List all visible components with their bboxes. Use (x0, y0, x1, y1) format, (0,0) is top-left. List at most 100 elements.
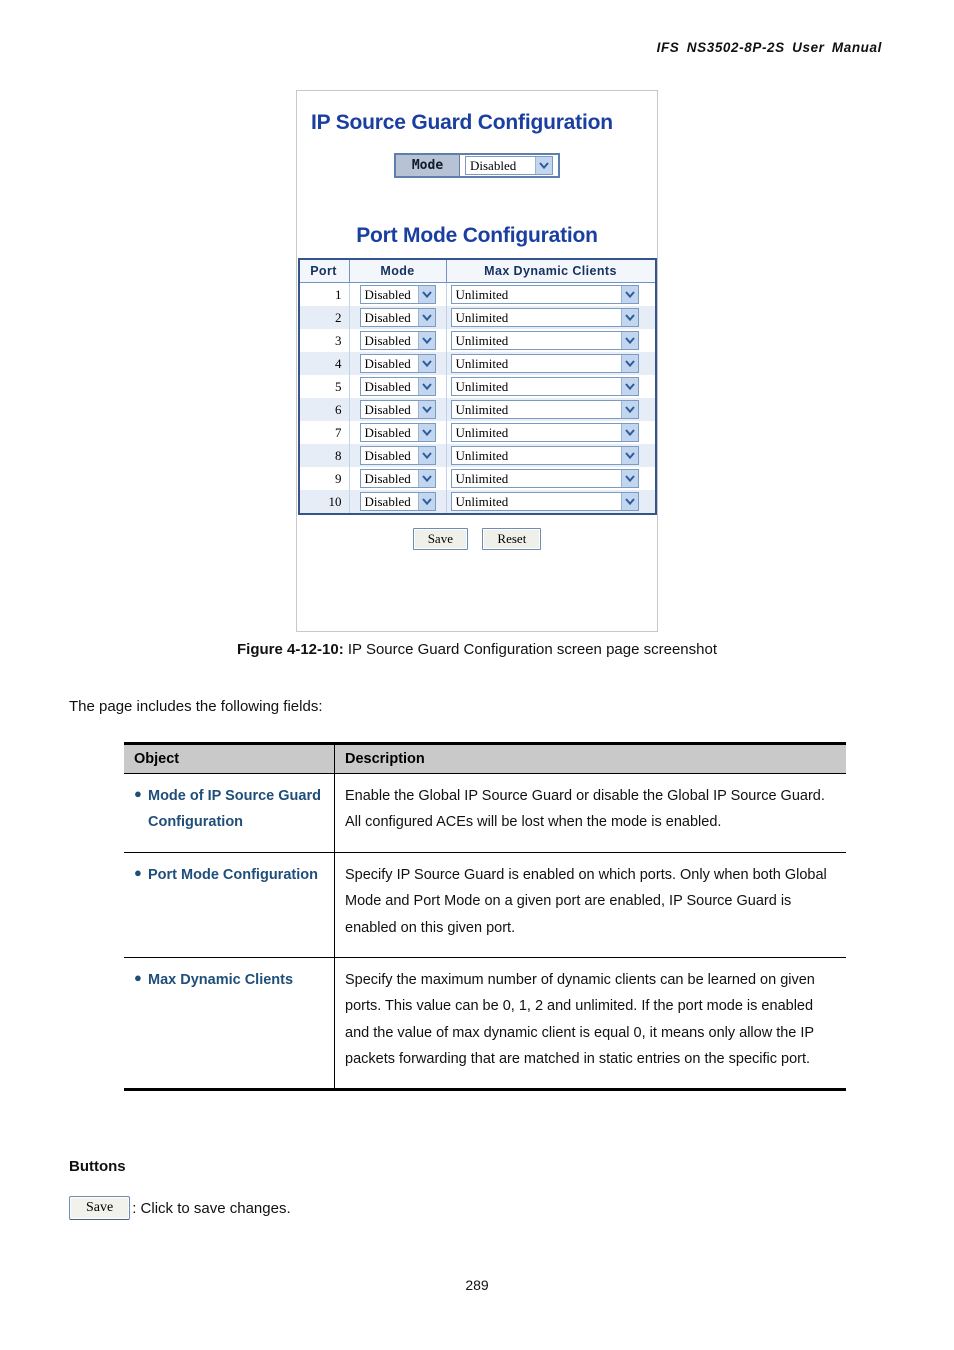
max-dynamic-clients-value: Unlimited (455, 310, 509, 325)
max-dynamic-clients-cell: Unlimited (445, 490, 656, 514)
column-header-mode: Mode (348, 258, 447, 283)
port-mode-select[interactable]: Disabled (359, 354, 436, 373)
chevron-down-icon[interactable] (417, 332, 435, 349)
chevron-down-icon[interactable] (417, 424, 435, 441)
max-dynamic-clients-cell: Unlimited (445, 375, 656, 398)
chevron-down-icon[interactable] (535, 157, 552, 174)
max-dynamic-clients-select[interactable]: Unlimited (450, 446, 639, 465)
port-mode-value: Disabled (364, 310, 411, 325)
figure-caption: Figure 4-12-10: IP Source Guard Configur… (0, 641, 954, 658)
max-dynamic-clients-value: Unlimited (455, 356, 509, 371)
table-row: 6 Disabled Unlimited (298, 398, 656, 421)
port-number: 8 (298, 444, 350, 467)
global-mode-field: Disabled (460, 155, 558, 176)
port-mode-value: Disabled (364, 356, 411, 371)
chevron-down-icon[interactable] (620, 355, 638, 372)
max-dynamic-clients-cell: Unlimited (445, 282, 656, 306)
chevron-down-icon[interactable] (417, 470, 435, 487)
chevron-down-icon[interactable] (620, 470, 638, 487)
description-cell: Enable the Global IP Source Guard or dis… (334, 773, 846, 853)
object-cell: ● Mode of IP Source Guard Configuration (124, 773, 335, 853)
port-number: 2 (298, 306, 350, 329)
chevron-down-icon[interactable] (620, 378, 638, 395)
column-header-object: Object (124, 742, 335, 774)
chevron-down-icon[interactable] (417, 401, 435, 418)
figure-caption-label: Figure 4-12-10: (237, 641, 344, 658)
table-row: 5 Disabled Unlimited (298, 375, 656, 398)
port-mode-select[interactable]: Disabled (359, 423, 436, 442)
max-dynamic-clients-select[interactable]: Unlimited (450, 377, 639, 396)
port-number: 3 (298, 329, 350, 352)
max-dynamic-clients-select[interactable]: Unlimited (450, 400, 639, 419)
save-button[interactable]: Save (412, 528, 468, 550)
chevron-down-icon[interactable] (417, 493, 435, 510)
chevron-down-icon[interactable] (620, 332, 638, 349)
max-dynamic-clients-value: Unlimited (455, 402, 509, 417)
max-dynamic-clients-select[interactable]: Unlimited (450, 469, 639, 488)
column-header-description: Description (334, 742, 846, 774)
chevron-down-icon[interactable] (417, 378, 435, 395)
buttons-section-heading: Buttons (69, 1158, 126, 1175)
port-mode-cell: Disabled (348, 282, 447, 306)
port-mode-cell: Disabled (348, 352, 447, 375)
port-mode-select[interactable]: Disabled (359, 308, 436, 327)
screenshot-button-bar: Save Reset (297, 528, 657, 550)
max-dynamic-clients-cell: Unlimited (445, 329, 656, 352)
max-dynamic-clients-cell: Unlimited (445, 398, 656, 421)
chevron-down-icon[interactable] (620, 447, 638, 464)
column-header-max-dynamic-clients: Max Dynamic Clients (445, 258, 656, 283)
max-dynamic-clients-select[interactable]: Unlimited (450, 423, 639, 442)
object-label: Max Dynamic Clients (148, 971, 294, 988)
chevron-down-icon[interactable] (620, 401, 638, 418)
desc-header-row: Object Description (124, 742, 846, 774)
table-row: 4 Disabled Unlimited (298, 352, 656, 375)
max-dynamic-clients-select[interactable]: Unlimited (450, 331, 639, 350)
intro-paragraph: The page includes the following fields: (69, 698, 323, 715)
global-mode-select[interactable]: Disabled (465, 156, 553, 175)
chevron-down-icon[interactable] (620, 309, 638, 326)
chevron-down-icon[interactable] (417, 309, 435, 326)
max-dynamic-clients-value: Unlimited (455, 494, 509, 509)
port-mode-cell: Disabled (348, 329, 447, 352)
chevron-down-icon[interactable] (417, 355, 435, 372)
port-mode-select[interactable]: Disabled (359, 331, 436, 350)
port-mode-select[interactable]: Disabled (359, 446, 436, 465)
port-mode-cell: Disabled (348, 444, 447, 467)
port-mode-select[interactable]: Disabled (359, 492, 436, 511)
max-dynamic-clients-cell: Unlimited (445, 444, 656, 467)
port-table-header-row: Port Mode Max Dynamic Clients (298, 258, 656, 283)
reset-button[interactable]: Reset (482, 528, 542, 550)
chevron-down-icon[interactable] (620, 424, 638, 441)
table-row: 9 Disabled Unlimited (298, 467, 656, 490)
page-number: 289 (465, 1277, 489, 1293)
chevron-down-icon[interactable] (620, 493, 638, 510)
screenshot-figure: IP Source Guard Configuration Mode Disab… (296, 90, 658, 632)
chevron-down-icon[interactable] (417, 286, 435, 303)
port-mode-cell: Disabled (348, 467, 447, 490)
figure-caption-text: IP Source Guard Configuration screen pag… (343, 641, 717, 658)
port-mode-cell: Disabled (348, 306, 447, 329)
bullet-icon: ● (134, 969, 142, 985)
port-mode-value: Disabled (364, 287, 411, 302)
port-mode-select[interactable]: Disabled (359, 285, 436, 304)
screenshot-title: IP Source Guard Configuration (311, 111, 613, 134)
table-row: 2 Disabled Unlimited (298, 306, 656, 329)
port-mode-select[interactable]: Disabled (359, 377, 436, 396)
port-table-body: 1 Disabled Unlimited 2 Disabled Unlimite… (298, 282, 656, 514)
port-mode-select[interactable]: Disabled (359, 400, 436, 419)
max-dynamic-clients-select[interactable]: Unlimited (450, 354, 639, 373)
chevron-down-icon[interactable] (417, 447, 435, 464)
description-cell: Specify IP Source Guard is enabled on wh… (334, 852, 846, 958)
port-number: 10 (298, 490, 350, 514)
port-mode-value: Disabled (364, 448, 411, 463)
object-description-table: Object Description ● Mode of IP Source G… (124, 742, 846, 1092)
object-label: Mode of IP Source Guard Configuration (148, 788, 321, 831)
save-button-illustration[interactable]: Save (69, 1196, 131, 1220)
max-dynamic-clients-select[interactable]: Unlimited (450, 492, 639, 511)
max-dynamic-clients-select[interactable]: Unlimited (450, 308, 639, 327)
port-mode-select[interactable]: Disabled (359, 469, 436, 488)
chevron-down-icon[interactable] (620, 286, 638, 303)
max-dynamic-clients-select[interactable]: Unlimited (450, 285, 639, 304)
save-button-description: : Click to save changes. (132, 1199, 291, 1217)
object-cell: ● Max Dynamic Clients (124, 957, 335, 1092)
